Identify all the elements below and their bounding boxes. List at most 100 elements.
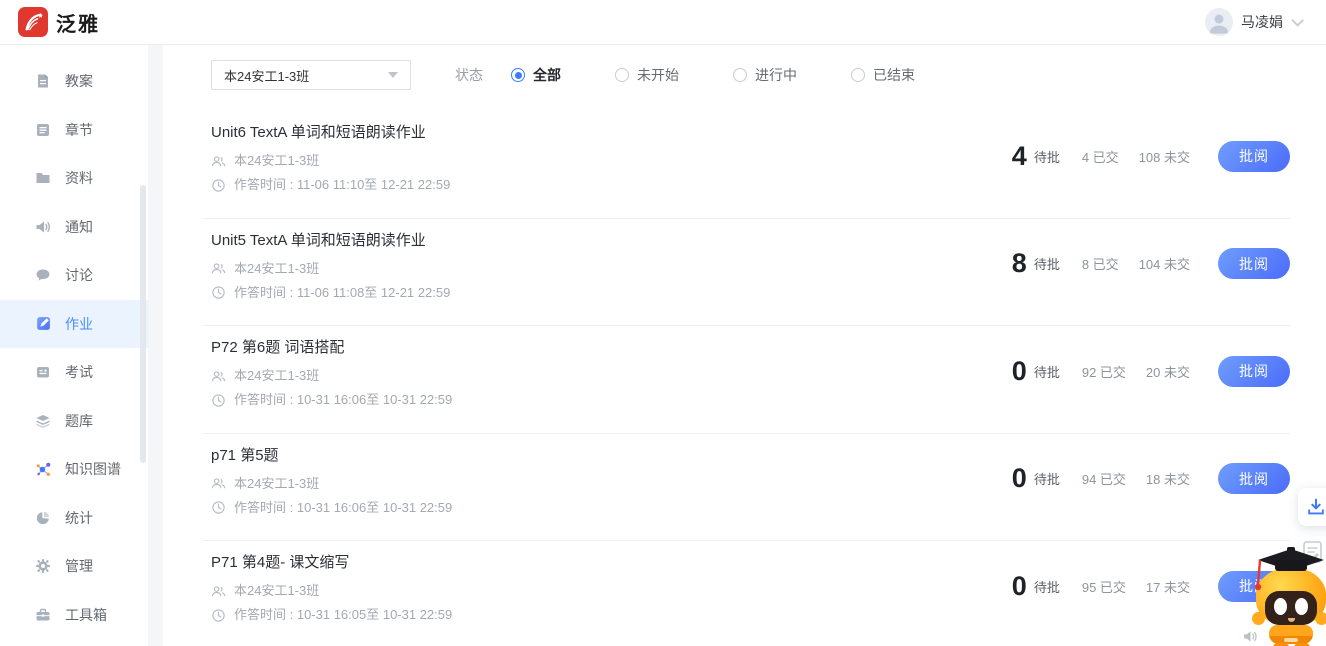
class-select-value: 本24安工1-3班 <box>224 66 309 85</box>
filter-bar: 本24安工1-3班 状态 全部 未开始 进行中 已结束 <box>211 60 1290 90</box>
not-submitted-count: 17 未交 <box>1146 577 1190 596</box>
management-icon <box>35 558 52 575</box>
mascot-arm <box>1252 612 1265 625</box>
notification-icon <box>35 218 52 235</box>
sidebar-item-label: 教案 <box>65 71 93 91</box>
mascot-eye <box>1274 598 1287 615</box>
assignment-class: 本24安工1-3班 <box>234 475 319 493</box>
materials-folder-icon <box>35 170 52 187</box>
clock-icon <box>211 393 226 408</box>
status-radio-ended[interactable]: 已结束 <box>851 65 915 85</box>
status-radio-all[interactable]: 全部 <box>511 65 561 85</box>
assignment-time: 作答时间 : 10-31 16:06至 10-31 22:59 <box>234 391 452 409</box>
sidebar-item-toolbox[interactable]: 工具箱 <box>0 591 148 640</box>
user-menu[interactable]: 马凌娟 <box>1205 8 1300 36</box>
pending-count: 4 <box>1012 141 1027 172</box>
clock-icon <box>211 500 226 515</box>
pending-label: 待批 <box>1034 577 1060 596</box>
pending-count: 0 <box>1012 571 1027 602</box>
sidebar-item-discussion[interactable]: 讨论 <box>0 251 148 300</box>
class-select[interactable]: 本24安工1-3班 <box>211 60 411 90</box>
main-content: 本24安工1-3班 状态 全部 未开始 进行中 已结束 Unit6 TextA … <box>163 45 1326 646</box>
sidebar-item-label: 统计 <box>65 508 93 528</box>
radio-icon <box>511 68 525 82</box>
knowledge-graph-icon <box>35 461 52 478</box>
submitted-count: 4 已交 <box>1082 147 1119 166</box>
radio-label: 全部 <box>533 65 561 85</box>
status-radio-in-progress[interactable]: 进行中 <box>733 65 797 85</box>
assignment-stats: 0 待批 94 已交 18 未交 批阅 <box>1012 463 1290 495</box>
chevron-down-icon <box>1291 14 1304 27</box>
sidebar-item-lesson-plans[interactable]: 教案 <box>0 57 148 106</box>
brand[interactable]: 泛雅 <box>18 7 100 37</box>
assignment-class: 本24安工1-3班 <box>234 260 319 278</box>
sidebar-item-label: 通知 <box>65 217 93 237</box>
exam-icon <box>35 364 52 381</box>
top-header: 泛雅 马凌娟 <box>0 0 1326 45</box>
assignment-time: 作答时间 : 11-06 11:10至 12-21 22:59 <box>234 176 450 194</box>
assignment-stats: 8 待批 8 已交 104 未交 批阅 <box>1012 248 1290 280</box>
review-button[interactable]: 批阅 <box>1218 356 1290 387</box>
lesson-plan-icon <box>35 73 52 90</box>
assignment-row: p71 第5题 本24安工1-3班 作答时间 : 10-31 16:06至 10… <box>203 434 1290 542</box>
status-radio-not-started[interactable]: 未开始 <box>615 65 679 85</box>
sidebar-item-chapters[interactable]: 章节 <box>0 106 148 155</box>
class-people-icon <box>211 369 226 384</box>
assignment-time: 作答时间 : 10-31 16:06至 10-31 22:59 <box>234 499 452 517</box>
assignment-row: P71 第4题- 课文缩写 本24安工1-3班 作答时间 : 10-31 16:… <box>203 541 1290 646</box>
sidebar-item-label: 资料 <box>65 168 93 188</box>
assignment-class: 本24安工1-3班 <box>234 582 319 600</box>
graduation-cap-icon <box>1254 546 1326 594</box>
ai-assistant-mascot[interactable] <box>1252 546 1326 646</box>
radio-icon <box>733 68 747 82</box>
sidebar-item-label: 章节 <box>65 120 93 140</box>
sidebar-item-exams[interactable]: 考试 <box>0 348 148 397</box>
mascot-face <box>1265 591 1317 625</box>
assignment-time: 作答时间 : 10-31 16:05至 10-31 22:59 <box>234 606 452 624</box>
homework-icon <box>35 315 52 332</box>
assignment-stats: 0 待批 95 已交 17 未交 批阅 <box>1012 570 1290 602</box>
sidebar-item-label: 考试 <box>65 362 93 382</box>
radio-icon <box>851 68 865 82</box>
review-button[interactable]: 批阅 <box>1218 141 1290 172</box>
user-name: 马凌娟 <box>1241 12 1283 32</box>
assignment-stats: 4 待批 4 已交 108 未交 批阅 <box>1012 140 1290 172</box>
sidebar-item-label: 知识图谱 <box>65 459 121 479</box>
submitted-count: 92 已交 <box>1082 362 1126 381</box>
export-download-button[interactable] <box>1298 488 1326 526</box>
content-divider-strip <box>148 45 163 646</box>
mascot-belt-badge <box>1284 638 1298 642</box>
pending-count: 0 <box>1012 463 1027 494</box>
not-submitted-count: 18 未交 <box>1146 469 1190 488</box>
sidebar-scrollbar[interactable] <box>140 185 146 463</box>
status-label: 状态 <box>455 65 483 85</box>
pending-label: 待批 <box>1034 254 1060 273</box>
discussion-icon <box>35 267 52 284</box>
sidebar-item-statistics[interactable]: 统计 <box>0 494 148 543</box>
sidebar-item-management[interactable]: 管理 <box>0 542 148 591</box>
class-people-icon <box>211 584 226 599</box>
pending-label: 待批 <box>1034 147 1060 166</box>
sidebar-item-materials[interactable]: 资料 <box>0 154 148 203</box>
radio-label: 进行中 <box>755 65 797 85</box>
sidebar-item-label: 作业 <box>65 314 93 334</box>
sidebar-item-notifications[interactable]: 通知 <box>0 203 148 252</box>
review-button[interactable]: 批阅 <box>1218 463 1290 494</box>
pending-label: 待批 <box>1034 469 1060 488</box>
mascot-mouth <box>1288 618 1295 622</box>
sidebar: 教案 章节 资料 通知 讨论 作业 考试 <box>0 45 148 646</box>
brand-name: 泛雅 <box>56 8 100 37</box>
submitted-count: 94 已交 <box>1082 469 1126 488</box>
assignment-class: 本24安工1-3班 <box>234 367 319 385</box>
caret-down-icon <box>388 72 398 78</box>
clock-icon <box>211 178 226 193</box>
radio-label: 未开始 <box>637 65 679 85</box>
class-people-icon <box>211 154 226 169</box>
clock-icon <box>211 608 226 623</box>
sidebar-item-knowledge-graph[interactable]: 知识图谱 <box>0 445 148 494</box>
not-submitted-count: 20 未交 <box>1146 362 1190 381</box>
review-button[interactable]: 批阅 <box>1218 248 1290 279</box>
sidebar-item-homework[interactable]: 作业 <box>0 300 148 349</box>
sidebar-item-label: 讨论 <box>65 265 93 285</box>
sidebar-item-question-bank[interactable]: 题库 <box>0 397 148 446</box>
